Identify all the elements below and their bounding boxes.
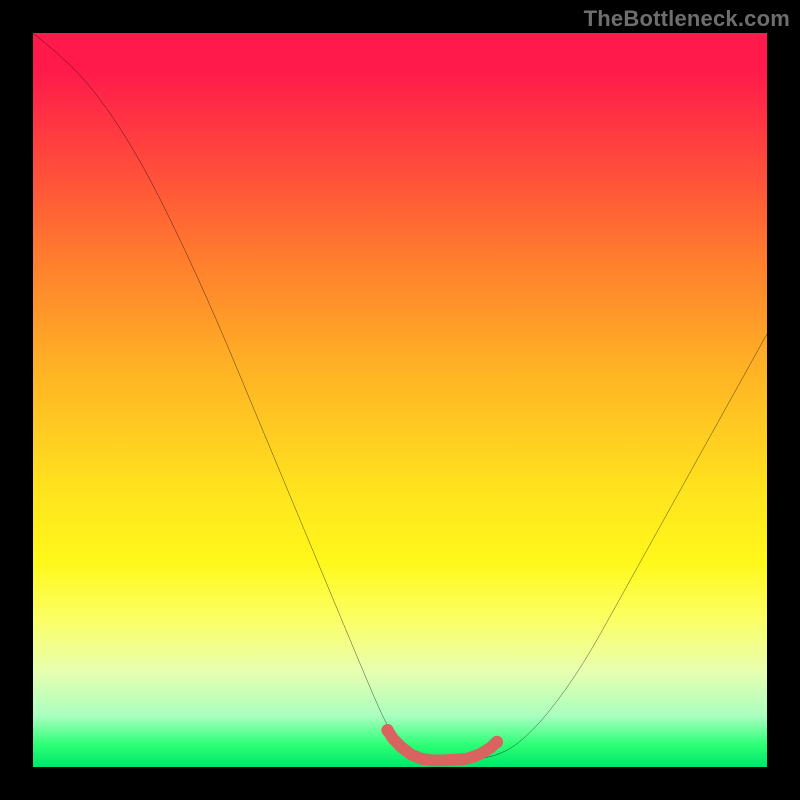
highlight-end-dot bbox=[381, 724, 393, 736]
highlight-end-dot bbox=[491, 736, 503, 748]
highlight-segment bbox=[388, 730, 497, 760]
plot-area bbox=[33, 33, 767, 767]
chart-frame: TheBottleneck.com bbox=[0, 0, 800, 800]
watermark-text: TheBottleneck.com bbox=[584, 6, 790, 32]
curve-line bbox=[33, 33, 767, 761]
chart-svg bbox=[33, 33, 767, 767]
